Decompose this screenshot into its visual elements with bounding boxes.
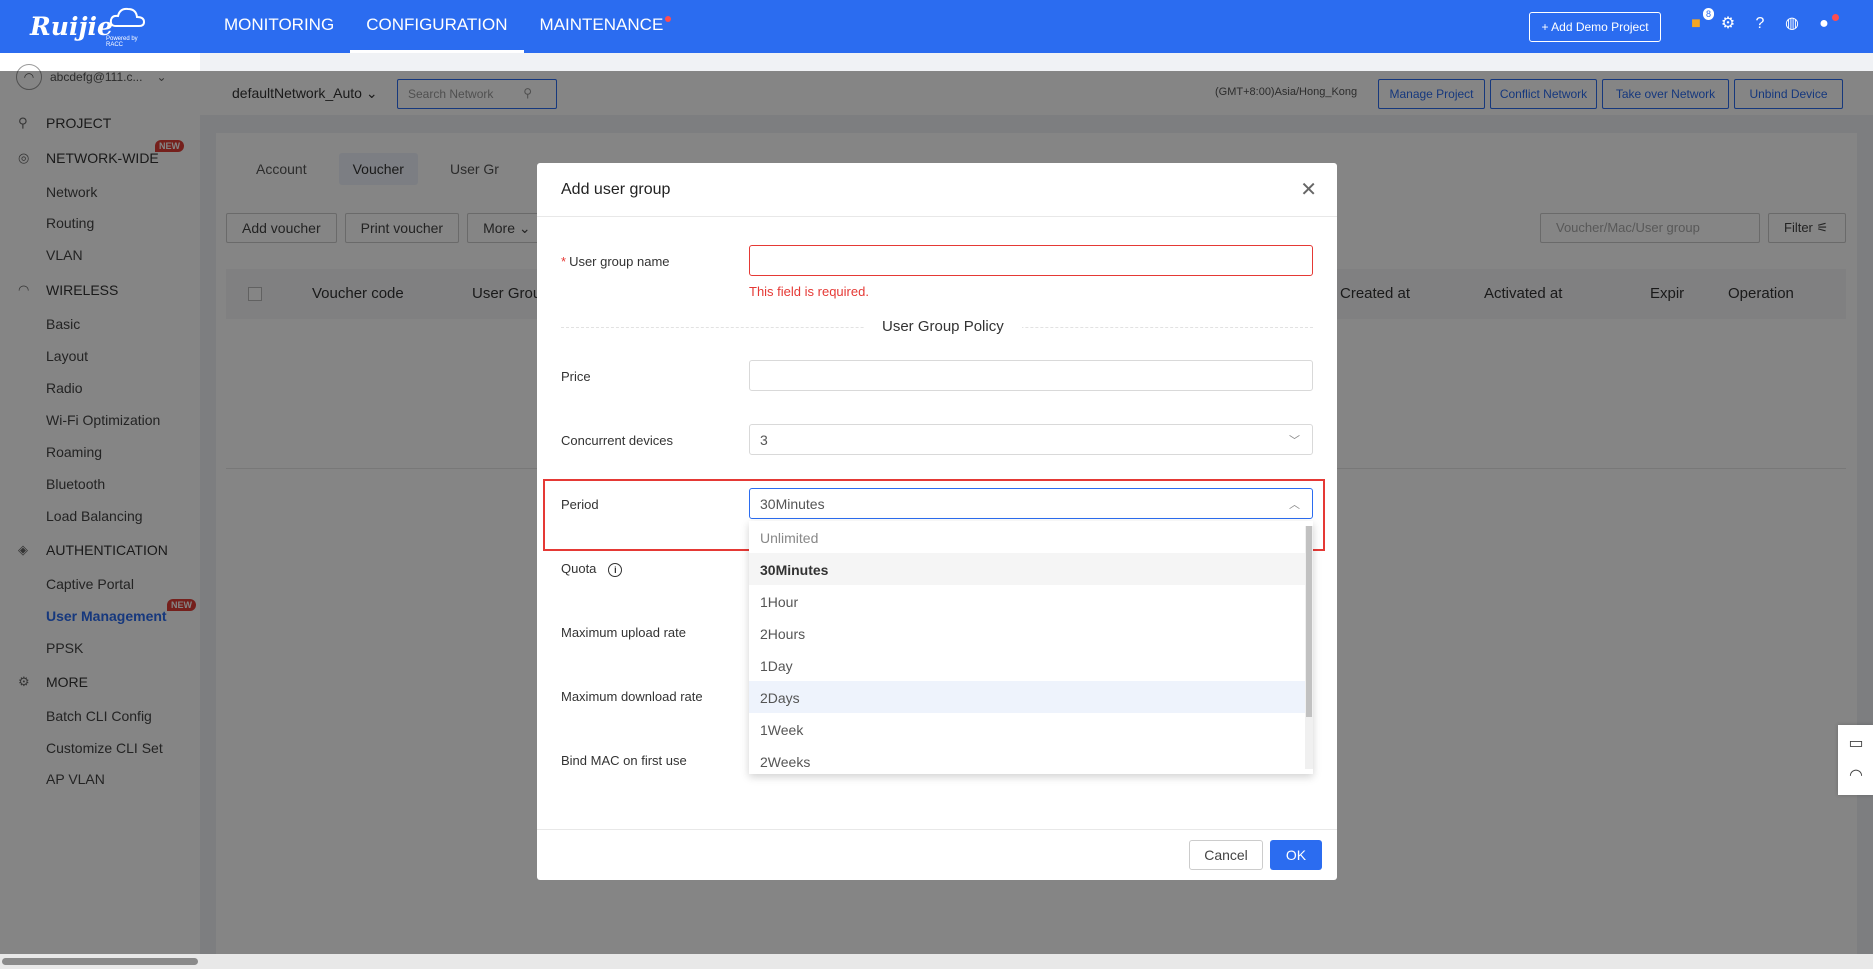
user-group-name-error: This field is required. xyxy=(749,284,869,299)
support-float-panel: ▭ ◠ xyxy=(1838,725,1873,795)
period-label: Period xyxy=(561,497,599,512)
required-marker: * xyxy=(561,254,567,269)
user-group-name-label: * User group name xyxy=(561,254,670,269)
policy-divider-title: User Group Policy xyxy=(864,318,1022,335)
bind-mac-label: Bind MAC on first use xyxy=(561,753,687,768)
help-icon[interactable]: ? xyxy=(1750,14,1770,34)
notification-dot xyxy=(665,16,672,22)
user-group-name-input[interactable] xyxy=(749,245,1313,276)
price-label: Price xyxy=(561,369,591,384)
nav-maintenance[interactable]: MAINTENANCE xyxy=(524,0,680,53)
period-option-2weeks[interactable]: 2Weeks xyxy=(749,745,1305,774)
top-icon-bar: ■ 8 ⚙ ? ◍ ● xyxy=(1686,8,1839,34)
concurrent-devices-label: Concurrent devices xyxy=(561,433,673,448)
gift-icon[interactable]: ■ 8 xyxy=(1686,8,1714,34)
chat-icon[interactable]: ▭ xyxy=(1846,733,1866,753)
period-dropdown: Unlimited 30Minutes 1Hour 2Hours 1Day 2D… xyxy=(749,521,1313,774)
price-input[interactable] xyxy=(749,360,1313,391)
account-notification-dot xyxy=(1832,14,1839,21)
nav-maintenance-label: MAINTENANCE xyxy=(539,15,664,34)
period-option-1hour[interactable]: 1Hour xyxy=(749,585,1305,617)
globe-icon[interactable]: ◍ xyxy=(1782,14,1802,34)
main-nav: MONITORING CONFIGURATION MAINTENANCE xyxy=(208,0,679,53)
user-group-name-label-text: User group name xyxy=(569,254,670,269)
chevron-down-icon: ﹀ xyxy=(1289,435,1300,447)
cloud-icon xyxy=(109,7,146,27)
period-option-2hours[interactable]: 2Hours xyxy=(749,617,1305,649)
quota-label: Quota i xyxy=(561,561,623,577)
dialog-footer-divider xyxy=(537,829,1337,830)
nav-configuration[interactable]: CONFIGURATION xyxy=(350,0,524,53)
max-upload-rate-label: Maximum upload rate xyxy=(561,625,686,640)
dropdown-scrollbar-thumb[interactable] xyxy=(1306,526,1312,717)
period-option-unlimited[interactable]: Unlimited xyxy=(749,521,1305,553)
account-icon[interactable]: ● xyxy=(1814,14,1839,34)
dropdown-scrollbar[interactable] xyxy=(1305,526,1313,769)
concurrent-devices-value: 3 xyxy=(760,432,768,448)
top-navbar: Ruijie Powered by RACC MONITORING CONFIG… xyxy=(0,0,1873,53)
period-select[interactable]: 30Minutes ︿ xyxy=(749,488,1313,519)
period-option-2days[interactable]: 2Days xyxy=(749,681,1305,713)
add-demo-project-button[interactable]: + Add Demo Project xyxy=(1529,12,1661,42)
period-value: 30Minutes xyxy=(760,496,825,512)
ok-button[interactable]: OK xyxy=(1270,840,1322,870)
period-option-30minutes[interactable]: 30Minutes xyxy=(749,553,1305,585)
quota-label-text: Quota xyxy=(561,561,597,576)
period-option-1week[interactable]: 1Week xyxy=(749,713,1305,745)
concurrent-devices-select[interactable]: 3 ﹀ xyxy=(749,424,1313,455)
scrollbar-thumb[interactable] xyxy=(2,958,198,965)
headset-icon[interactable]: ◠ xyxy=(1846,765,1866,785)
close-icon[interactable]: ✕ xyxy=(1300,177,1317,202)
logo-subtext: Powered by RACC xyxy=(106,36,138,48)
max-download-rate-label: Maximum download rate xyxy=(561,689,703,704)
gift-badge: 8 xyxy=(1702,8,1714,20)
info-icon[interactable]: i xyxy=(608,563,623,577)
chevron-up-icon: ︿ xyxy=(1289,499,1300,511)
dialog-header-divider xyxy=(537,216,1337,217)
gear-icon[interactable]: ⚙ xyxy=(1718,14,1738,34)
horizontal-scrollbar[interactable] xyxy=(0,954,1873,969)
logo-text: Ruijie xyxy=(30,12,113,41)
nav-monitoring[interactable]: MONITORING xyxy=(208,0,350,53)
period-option-1day[interactable]: 1Day xyxy=(749,649,1305,681)
ruijie-logo[interactable]: Ruijie Powered by RACC xyxy=(28,7,153,48)
dialog-title: Add user group xyxy=(561,181,671,198)
cancel-button[interactable]: Cancel xyxy=(1189,840,1263,870)
